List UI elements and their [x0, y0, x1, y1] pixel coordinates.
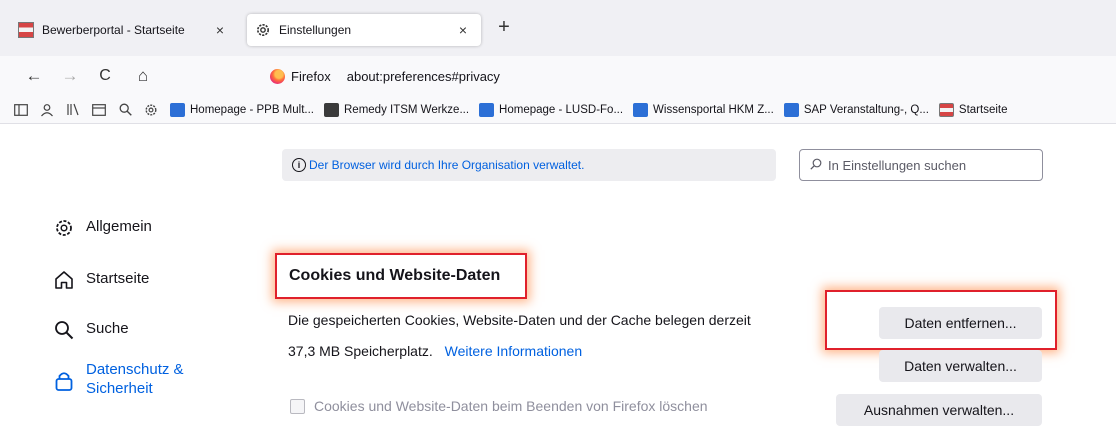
bookmark-item[interactable]: Homepage - PPB Mult... — [170, 102, 314, 117]
close-icon[interactable]: × — [453, 22, 473, 38]
tab-title: Einstellungen — [279, 23, 352, 37]
info-icon: i — [292, 158, 306, 172]
reader-view-icon[interactable] — [88, 99, 110, 121]
clear-data-highlight — [825, 290, 1057, 350]
gear-icon — [255, 22, 271, 38]
search-icon — [52, 320, 76, 340]
category-privacy[interactable]: Datenschutz & Sicherheit — [52, 360, 196, 398]
settings-search-field[interactable] — [799, 149, 1043, 181]
bookmark-label: Startseite — [958, 103, 1008, 116]
bookmark-label: Homepage - LUSD-Fo... — [499, 103, 624, 116]
manage-data-button[interactable]: Daten verwalten... — [879, 350, 1042, 382]
portal-favicon-icon — [18, 22, 34, 38]
back-button[interactable]: ← — [22, 64, 46, 88]
home-button[interactable]: ⌂ — [131, 64, 155, 88]
sidebar-icon[interactable] — [10, 99, 32, 121]
account-icon[interactable] — [36, 99, 58, 121]
category-label: Startseite — [86, 270, 150, 287]
bookmark-label: SAP Veranstaltung-, Q... — [803, 103, 929, 116]
category-label: Allgemein — [86, 218, 152, 235]
home-icon — [52, 270, 76, 290]
storage-usage-text: 37,3 MB Speicherplatz. — [288, 343, 433, 359]
library-icon[interactable] — [62, 99, 84, 121]
sharepoint-icon — [170, 102, 185, 117]
identity-box[interactable]: Firefox — [262, 68, 339, 84]
new-tab-button[interactable]: + — [492, 16, 516, 39]
learn-more-link[interactable]: Weitere Informationen — [445, 343, 582, 359]
tab-title: Bewerberportal - Startseite — [42, 23, 185, 37]
tab-strip: Bewerberportal - Startseite × Einstellun… — [0, 0, 1116, 56]
sharepoint-icon — [479, 102, 495, 117]
delete-on-close-checkbox[interactable] — [290, 398, 305, 414]
bookmark-label: Wissensportal HKM Z... — [653, 103, 774, 116]
settings-search-input[interactable] — [828, 157, 1028, 173]
bookmark-label: Remedy ITSM Werkze... — [344, 103, 470, 116]
storage-description: Die gespeicherten Cookies, Website-Daten… — [288, 312, 751, 328]
bookmark-item[interactable]: Homepage - LUSD-Fo... — [479, 102, 624, 117]
delete-on-close-option[interactable]: Cookies und Website-Daten beim Beenden v… — [290, 398, 708, 414]
forward-button[interactable]: → — [58, 64, 82, 88]
storage-usage: 37,3 MB Speicherplatz. Weitere Informati… — [288, 343, 582, 359]
identity-label: Firefox — [291, 68, 331, 84]
url-text[interactable]: about:preferences#privacy — [347, 69, 500, 84]
policy-notice-text[interactable]: Der Browser wird durch Ihre Organisation… — [309, 158, 584, 172]
category-home[interactable]: Startseite — [52, 270, 149, 290]
portal-icon — [938, 102, 954, 117]
section-heading: Cookies und Website-Daten — [289, 267, 501, 284]
bookmark-item[interactable]: Wissensportal HKM Z... — [633, 102, 774, 117]
preferences-page: i Der Browser wird durch Ihre Organisati… — [0, 124, 1116, 428]
firefox-logo-icon — [270, 68, 285, 84]
category-label: Datenschutz & Sicherheit — [86, 361, 184, 397]
bookmark-item[interactable]: Startseite — [938, 102, 1008, 117]
category-label: Suche — [86, 320, 129, 337]
lock-icon — [52, 370, 76, 392]
category-general[interactable]: Allgemein — [52, 218, 152, 238]
navigation-bar: ← → C ⌂ Firefox about:preferences#privac… — [0, 56, 1116, 96]
url-bar[interactable]: Firefox about:preferences#privacy — [262, 62, 1116, 90]
category-search[interactable]: Suche — [52, 320, 129, 340]
cookies-section-title: Cookies und Website-Daten — [275, 253, 527, 299]
manage-exceptions-button[interactable]: Ausnahmen verwalten... — [836, 394, 1042, 426]
bookmark-label: Homepage - PPB Mult... — [190, 103, 314, 116]
search-icon[interactable] — [114, 99, 136, 121]
sharepoint-icon — [783, 102, 799, 117]
bookmarks-toolbar: Homepage - PPB Mult... Remedy ITSM Werkz… — [0, 96, 1116, 124]
remedy-icon — [324, 102, 339, 117]
tab-bewerberportal[interactable]: Bewerberportal - Startseite × — [10, 14, 238, 46]
reload-button[interactable]: C — [93, 64, 117, 88]
sharepoint-icon — [633, 102, 649, 117]
delete-on-close-label: Cookies und Website-Daten beim Beenden v… — [314, 398, 708, 414]
gear-icon — [52, 218, 76, 238]
gear-icon[interactable] — [140, 99, 162, 121]
search-icon — [810, 158, 822, 173]
policy-notice[interactable]: i Der Browser wird durch Ihre Organisati… — [282, 149, 776, 181]
tab-einstellungen[interactable]: Einstellungen × — [247, 14, 481, 46]
bookmark-item[interactable]: SAP Veranstaltung-, Q... — [783, 102, 929, 117]
close-icon[interactable]: × — [210, 22, 230, 38]
bookmark-item[interactable]: Remedy ITSM Werkze... — [324, 102, 470, 117]
